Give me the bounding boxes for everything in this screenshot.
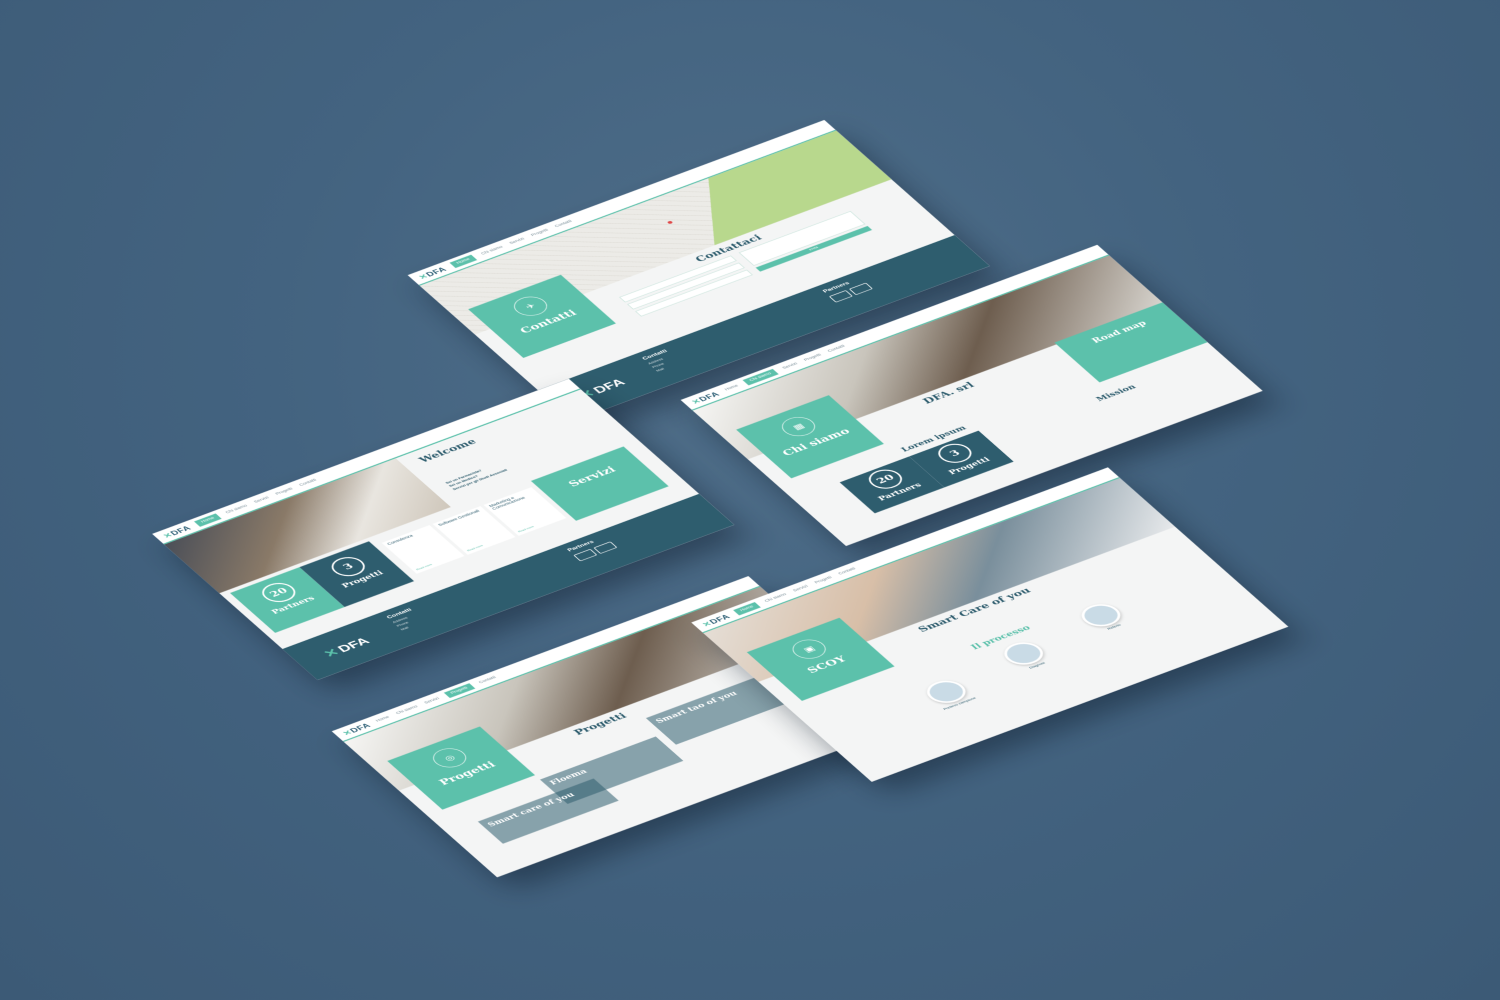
projects-label: Progetti xyxy=(339,569,386,590)
nav-services[interactable]: Servizi xyxy=(792,585,809,593)
servizi-card: Servizi xyxy=(530,446,669,521)
logo[interactable]: ✕DFA xyxy=(161,524,193,540)
partners-count: 20 xyxy=(255,579,302,606)
page-heading: Progetti xyxy=(571,711,630,738)
stat-projects: 3 Progetti xyxy=(299,541,415,607)
mockup-board: ✕DFA Home Chi siamo Servizi Progetti Con… xyxy=(0,62,1500,938)
card-title: Progetti xyxy=(436,759,499,788)
address-label: Address xyxy=(391,616,409,625)
partners-title: Partners xyxy=(565,539,596,553)
page-heading: Smart Care of you xyxy=(915,586,1034,635)
map-pin-icon: ● xyxy=(663,218,677,227)
nav-contacts[interactable]: Contatti xyxy=(827,345,846,354)
scoy-icon: ▣ xyxy=(786,635,833,663)
card-title: Servizi xyxy=(565,464,619,489)
nav-home[interactable]: Home xyxy=(375,716,390,723)
process-heading: Il processo xyxy=(968,623,1033,652)
nav-about[interactable]: Chi siamo xyxy=(225,504,249,514)
stat-partners: 20 Partners xyxy=(230,567,345,633)
scoy-card: ▣ SCOY xyxy=(746,617,895,701)
mission-heading: Mission xyxy=(1094,383,1138,403)
nav-about[interactable]: Chi siamo xyxy=(481,245,505,255)
address-label: Address xyxy=(647,357,665,366)
footer-partners: Partners xyxy=(556,494,735,578)
phone-label: Phone xyxy=(395,620,410,628)
service-card[interactable]: Consulenza Read more xyxy=(381,525,465,574)
nav-contacts[interactable]: Contatti xyxy=(299,478,318,487)
partner-logo[interactable] xyxy=(573,548,598,562)
project-tile[interactable]: Smart care of you xyxy=(477,778,619,844)
page-home: ✕DFA Home Chi siamo Servizi Progetti Con… xyxy=(152,378,735,680)
nav-projects[interactable]: Progetti xyxy=(530,229,549,238)
progetti-card: ◎ Progetti xyxy=(387,726,535,810)
nav-services[interactable]: Servizi xyxy=(424,697,441,705)
nav-services[interactable]: Servizi xyxy=(782,362,799,370)
logo[interactable]: ✕DFA xyxy=(340,721,373,737)
partner-logo[interactable] xyxy=(593,541,618,554)
nav-projects[interactable]: Progetti xyxy=(803,353,822,362)
nav-contacts[interactable]: Contatti xyxy=(478,676,497,685)
service-card[interactable]: Software Gestionali Read more xyxy=(432,506,516,555)
nav-projects[interactable]: Progetti xyxy=(814,576,833,585)
partners-label: Partners xyxy=(269,594,317,616)
nav-bar: ✕DFA Home Chi siamo Servizi Progetti Con… xyxy=(331,576,761,742)
mail-label: Mail xyxy=(399,625,410,632)
partners-title: Partners xyxy=(821,280,851,294)
process-step: Prelievo campione xyxy=(919,676,978,711)
footer-logo: ✕DFA xyxy=(320,634,372,660)
nav-services[interactable]: Servizi xyxy=(253,496,270,504)
nav-projects[interactable]: Progetti xyxy=(443,683,476,699)
nav-services[interactable]: Servizi xyxy=(509,237,526,245)
projects-count: 3 xyxy=(325,553,372,580)
nav-home[interactable]: Home xyxy=(724,384,739,391)
hero-image xyxy=(703,477,1176,682)
projects-icon: ◎ xyxy=(426,744,473,772)
process-step: Diagnosi xyxy=(996,638,1055,673)
nav-contacts[interactable]: Contatti xyxy=(554,220,573,229)
process-step: Referto xyxy=(1074,599,1132,635)
nav-about[interactable]: Chi siamo xyxy=(395,705,419,715)
partner-logo[interactable] xyxy=(848,282,873,296)
nav-projects[interactable]: Progetti xyxy=(275,487,294,496)
nav-home[interactable]: Home xyxy=(733,601,761,616)
contacts-title: Contatti xyxy=(385,607,414,620)
hero-image xyxy=(164,458,451,594)
partner-logo[interactable] xyxy=(828,290,853,303)
footer-contacts: Contatti Address Phone Mail xyxy=(375,547,591,645)
project-tile[interactable]: Floema xyxy=(539,736,684,804)
nav-home[interactable]: Home xyxy=(194,513,222,527)
nav-contacts[interactable]: Contatti xyxy=(838,567,857,576)
